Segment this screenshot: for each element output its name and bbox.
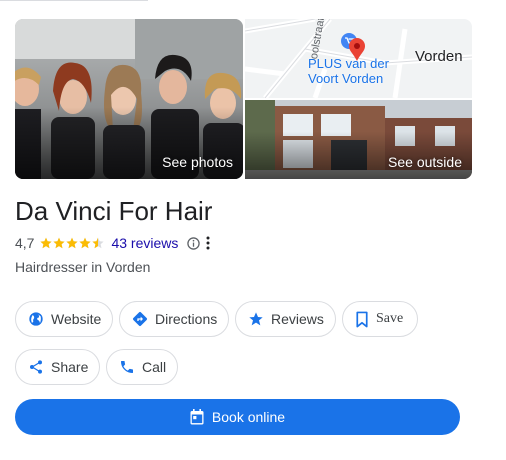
phone-icon <box>121 361 133 373</box>
more-options-icon[interactable] <box>206 236 210 250</box>
info-icon[interactable] <box>187 236 201 250</box>
share-label: Share <box>51 359 89 375</box>
reviews-button[interactable]: Reviews <box>235 301 336 337</box>
star-icon <box>249 312 263 326</box>
save-label: Save <box>376 311 404 326</box>
call-label: Call <box>142 359 167 375</box>
website-label: Website <box>51 311 102 327</box>
call-button[interactable]: Call <box>106 349 178 385</box>
map-tile[interactable]: oolstraat PLUS van der Voort Vorden Vord… <box>245 19 472 98</box>
star-1-icon <box>40 237 53 249</box>
directions-icon <box>133 312 147 326</box>
place-category: Hairdresser in Vorden <box>15 259 151 275</box>
bookmark-icon <box>356 311 368 327</box>
star-2-icon <box>53 237 66 249</box>
save-button[interactable]: Save <box>342 301 418 337</box>
poi-label-line1: PLUS van der <box>308 56 389 71</box>
top-divider <box>0 0 148 1</box>
directions-button[interactable]: Directions <box>119 301 229 337</box>
globe-icon <box>29 312 43 326</box>
star-3-icon <box>66 237 79 249</box>
see-outside-label: See outside <box>388 154 462 170</box>
poi-label-line2: Voort Vorden <box>308 71 384 86</box>
share-button[interactable]: Share <box>15 349 100 385</box>
directions-label: Directions <box>155 311 218 327</box>
star-rating <box>40 237 105 249</box>
website-button[interactable]: Website <box>15 301 113 337</box>
see-photos-label: See photos <box>162 154 233 170</box>
star-5-icon <box>92 237 105 249</box>
star-4-icon <box>79 237 92 249</box>
outside-tile[interactable]: See outside <box>245 100 472 179</box>
reviews-link[interactable]: 43 reviews <box>111 235 178 251</box>
book-online-label: Book online <box>211 409 286 425</box>
share-icon <box>30 360 42 374</box>
place-title: Da Vinci For Hair <box>15 196 213 226</box>
rating-value: 4,7 <box>15 235 35 251</box>
town-label: Vorden <box>415 48 463 65</box>
book-online-button[interactable]: Book online <box>15 399 460 435</box>
reviews-label: Reviews <box>271 311 324 327</box>
photos-tile[interactable]: See photos <box>15 19 243 179</box>
calendar-icon <box>190 409 204 425</box>
rating-row: 4,7 43 reviews <box>15 234 210 252</box>
